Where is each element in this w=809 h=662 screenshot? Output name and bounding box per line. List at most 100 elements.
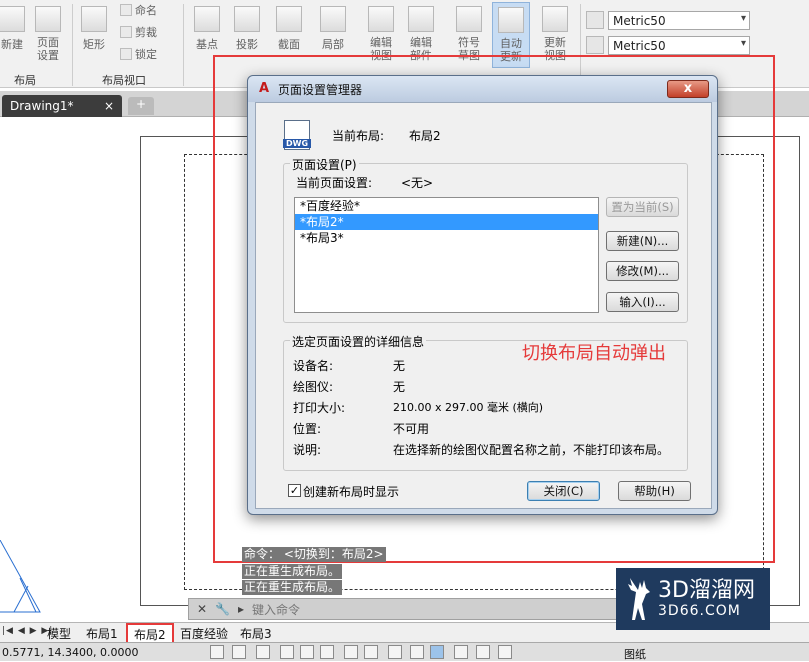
watermark-title: 3D溜溜网 bbox=[658, 578, 755, 603]
tab-model[interactable]: 模型 bbox=[47, 625, 71, 642]
new-layout-label: 新建 bbox=[1, 38, 23, 51]
edit-component-button[interactable]: 编辑 部件 bbox=[404, 6, 438, 62]
details-group-title: 选定页面设置的详细信息 bbox=[290, 333, 427, 350]
detail-label: 打印大小: bbox=[293, 401, 346, 415]
tab-layout1[interactable]: 布局1 bbox=[86, 625, 118, 642]
watermark-logo: 3D溜溜网 3D66.COM bbox=[616, 568, 770, 630]
annotation-monitor-icon[interactable] bbox=[454, 645, 468, 659]
page-setup-button[interactable]: 页面 设置 bbox=[30, 6, 66, 62]
projected-view-button[interactable]: 投影 bbox=[230, 6, 264, 52]
section-view-button[interactable]: 截面 bbox=[272, 6, 306, 52]
help-button[interactable]: 帮助(H) bbox=[618, 481, 691, 501]
tab-drawing1-label: Drawing1* bbox=[10, 99, 74, 113]
lock-icon bbox=[120, 48, 132, 60]
rectangle-viewport-button[interactable]: 矩形 bbox=[78, 6, 110, 52]
detail-label: 位置: bbox=[293, 422, 322, 436]
grid-icon[interactable] bbox=[232, 645, 246, 659]
tab-baidu[interactable]: 百度经验 bbox=[180, 625, 228, 642]
detail-value: 在选择新的绘图仪配置名称之前，不能打印该布局。 bbox=[393, 443, 670, 457]
base-view-icon bbox=[194, 6, 220, 32]
watermark-text-block: 3D溜溜网 3D66.COM bbox=[658, 578, 755, 620]
base-view-button[interactable]: 基点 bbox=[190, 6, 224, 52]
update-view-button[interactable]: 更新 视图 bbox=[536, 6, 574, 62]
list-item[interactable]: *百度经验* bbox=[295, 198, 598, 214]
close-icon[interactable]: ✕ bbox=[197, 602, 207, 616]
set-current-button[interactable]: 置为当前(S) bbox=[606, 197, 679, 217]
ribbon-separator bbox=[183, 4, 184, 86]
page-setups-group: 页面设置(P) 当前页面设置: <无> *百度经验* *布局2* *布局3* 置… bbox=[283, 156, 688, 323]
name-viewport-button[interactable]: 命名 bbox=[120, 2, 157, 18]
page-setup-list[interactable]: *百度经验* *布局2* *布局3* bbox=[294, 197, 599, 313]
edit-view-button[interactable]: 编辑 视图 bbox=[364, 6, 398, 62]
dialog-close-button[interactable]: x bbox=[667, 80, 709, 98]
paper-space-label[interactable]: 图纸 bbox=[624, 646, 646, 662]
tab-layout3[interactable]: 布局3 bbox=[240, 625, 272, 642]
dialog-body: DWG 当前布局: 布局2 页面设置(P) 当前页面设置: <无> *百度经验*… bbox=[255, 102, 712, 509]
clip-label: 剪裁 bbox=[135, 26, 157, 39]
new-tab-button[interactable]: + bbox=[128, 97, 154, 115]
detail-label: 绘图仪: bbox=[293, 380, 334, 394]
polar-icon[interactable] bbox=[280, 645, 294, 659]
section-view-label: 截面 bbox=[278, 38, 300, 51]
current-setup-label: 当前页面设置: bbox=[296, 176, 373, 190]
new-setup-button[interactable]: 新建(N)... bbox=[606, 231, 679, 251]
osnap-icon[interactable] bbox=[300, 645, 314, 659]
detail-value: 无 bbox=[393, 380, 406, 394]
detail-view-label: 局部 bbox=[322, 38, 344, 51]
section-view-icon bbox=[276, 6, 302, 32]
watermark-subtitle: 3D66.COM bbox=[658, 603, 741, 619]
model-space-icon[interactable] bbox=[498, 645, 512, 659]
rectangle-label: 矩形 bbox=[83, 38, 105, 51]
page-setups-group-title: 页面设置(P) bbox=[290, 156, 359, 173]
page-setup-label: 页面 设置 bbox=[37, 36, 59, 62]
ducs-icon[interactable] bbox=[344, 645, 358, 659]
edit-component-icon bbox=[408, 6, 434, 32]
ortho-icon[interactable] bbox=[256, 645, 270, 659]
page-setup-manager-dialog: A 页面设置管理器 x DWG 当前布局: 布局2 页面设置(P) 当前页面设置… bbox=[247, 75, 718, 515]
import-setup-button[interactable]: 输入(I)... bbox=[606, 292, 679, 312]
panel-title-viewport: 布局视口 bbox=[102, 74, 146, 87]
detail-value: 210.00 x 297.00 毫米 (横向) bbox=[393, 401, 544, 414]
modify-setup-button[interactable]: 修改(M)... bbox=[606, 261, 679, 281]
lock-viewport-button[interactable]: 锁定 bbox=[120, 46, 157, 62]
command-prompt-icon: ▸ bbox=[238, 602, 245, 616]
show-on-new-layout-label[interactable]: 创建新布局时显示 bbox=[303, 483, 399, 500]
tab-drawing1[interactable]: Drawing1* × bbox=[2, 95, 122, 117]
wrench-icon[interactable]: 🔧 bbox=[215, 602, 230, 616]
lineweight-icon[interactable] bbox=[388, 645, 402, 659]
otrack-icon[interactable] bbox=[320, 645, 334, 659]
dwg-label: DWG bbox=[283, 139, 311, 148]
dyn-icon[interactable] bbox=[364, 645, 378, 659]
detail-label: 设备名: bbox=[293, 359, 334, 373]
update-view-icon bbox=[542, 6, 568, 32]
command-input[interactable]: 键入命令 bbox=[252, 601, 300, 618]
style-icon bbox=[586, 11, 604, 29]
autocad-logo-icon: A bbox=[258, 81, 270, 96]
show-on-new-layout-checkbox[interactable]: ✓ bbox=[288, 484, 301, 497]
current-layout-label: 当前布局: bbox=[332, 129, 385, 143]
close-button[interactable]: 关闭(C) bbox=[527, 481, 600, 501]
new-layout-button[interactable]: 新建 bbox=[0, 6, 25, 52]
style-icon bbox=[586, 36, 604, 54]
dimension-style-select[interactable]: Metric50 bbox=[608, 11, 750, 30]
detail-view-button[interactable]: 局部 bbox=[316, 6, 350, 52]
list-item[interactable]: *布局3* bbox=[295, 230, 598, 246]
detail-value: 不可用 bbox=[393, 422, 430, 436]
transparency-icon[interactable] bbox=[410, 645, 424, 659]
layout-nav-arrows[interactable]: |◀ ◀ ▶ ▶| bbox=[2, 626, 53, 636]
selection-cycling-icon[interactable] bbox=[430, 645, 444, 659]
clip-viewport-button[interactable]: 剪裁 bbox=[120, 24, 157, 40]
projected-view-icon bbox=[234, 6, 260, 32]
close-tab-icon[interactable]: × bbox=[104, 99, 114, 113]
rectangle-icon bbox=[81, 6, 107, 32]
quick-properties-icon[interactable] bbox=[476, 645, 490, 659]
status-bar: 0.5771, 14.3400, 0.0000 图纸 bbox=[0, 642, 809, 661]
symbol-sketch-button[interactable]: 符号 草图 bbox=[452, 6, 486, 62]
snap-icon[interactable] bbox=[210, 645, 224, 659]
dialog-title-bar[interactable]: A 页面设置管理器 x bbox=[248, 76, 717, 102]
text-style-select[interactable]: Metric50 bbox=[608, 36, 750, 55]
list-item[interactable]: *布局2* bbox=[295, 214, 598, 230]
name-label: 命名 bbox=[135, 4, 157, 17]
detail-value: 无 bbox=[393, 359, 406, 373]
panel-title-layout: 布局 bbox=[14, 74, 36, 87]
